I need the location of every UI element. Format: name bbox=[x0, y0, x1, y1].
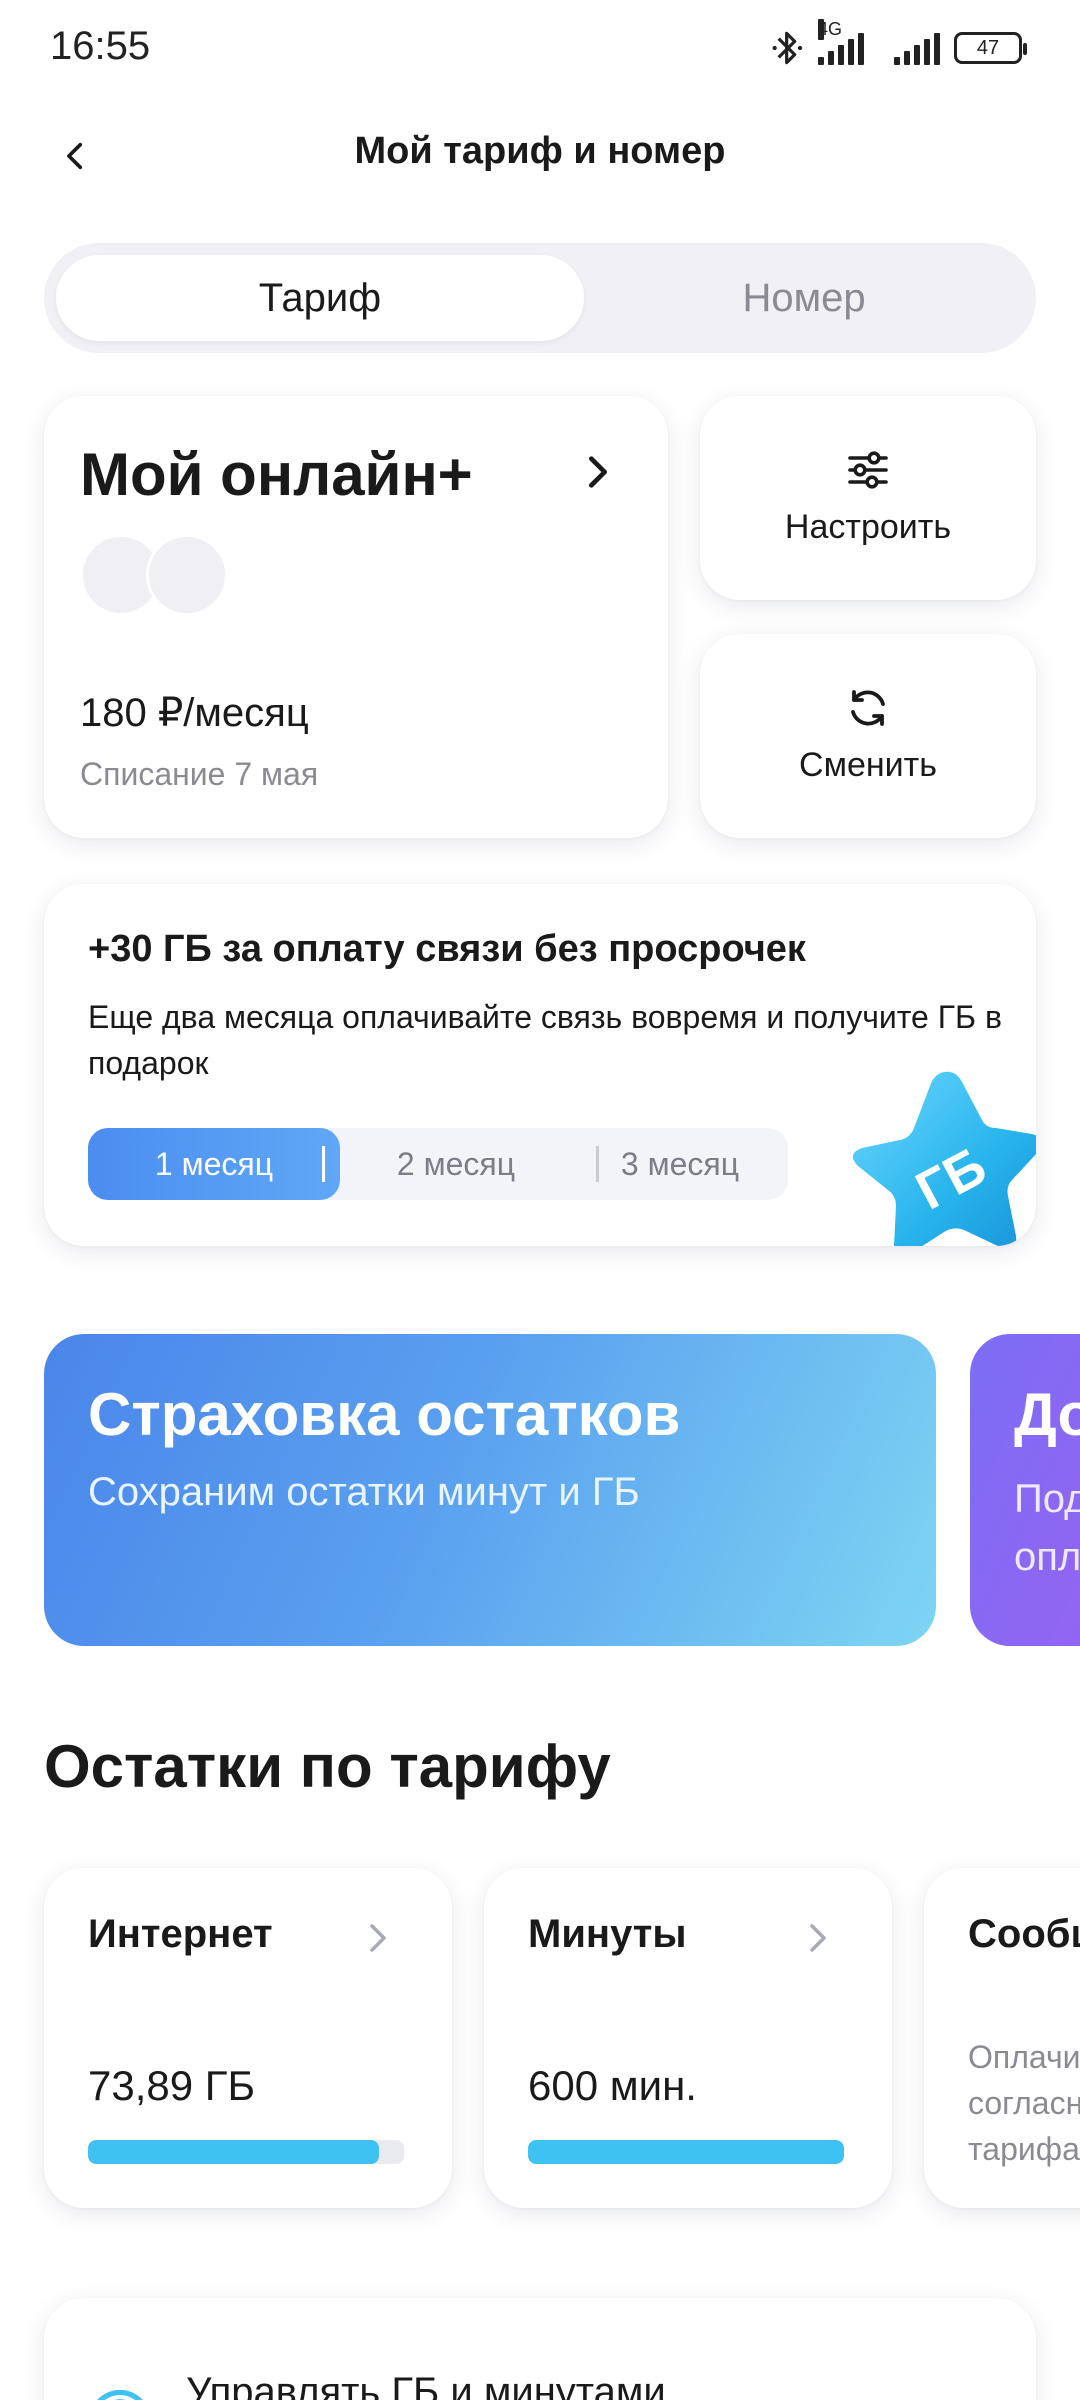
battery-level: 47 bbox=[976, 36, 1000, 59]
status-icons: 4G 47 bbox=[772, 19, 1027, 68]
banner-title: Страховка остатков bbox=[88, 1381, 681, 1448]
manage-label: Управлять ГБ и минутами bbox=[186, 2370, 666, 2400]
insurance-banner[interactable]: Страховка остатков Сохраним остатки мину… bbox=[44, 1334, 936, 1646]
month-divider bbox=[596, 1146, 599, 1182]
messages-card[interactable]: Сообщ Оплачи согласн тарифа bbox=[924, 1868, 1080, 2208]
next-banner[interactable]: До Под опл bbox=[970, 1334, 1080, 1646]
banner-subtitle: Сохраним остатки минут и ГБ bbox=[88, 1470, 640, 1514]
tariff-number-switch: Тариф Номер bbox=[44, 243, 1036, 353]
minutes-title: Минуты bbox=[528, 1912, 687, 1956]
internet-card[interactable]: Интернет 73,89 ГБ bbox=[44, 1868, 452, 2208]
configure-label: Настроить bbox=[784, 508, 952, 546]
tariff-name: Мой онлайн+ bbox=[80, 441, 473, 508]
status-bar: 16:55 4G 47 bbox=[0, 0, 1080, 96]
chevron-right-icon bbox=[810, 1924, 826, 1952]
tariff-card[interactable]: Мой онлайн+ 180 ₽/месяц Списание 7 мая bbox=[44, 396, 668, 838]
bluetooth-icon bbox=[772, 31, 803, 65]
signal-icon: 4G bbox=[818, 19, 880, 65]
minutes-card[interactable]: Минуты 600 мин. bbox=[484, 1868, 892, 2208]
page-title: Мой тариф и номер bbox=[354, 130, 726, 172]
month-1: 1 месяц bbox=[88, 1128, 340, 1200]
remainders-title: Остатки по тарифу bbox=[44, 1733, 611, 1800]
chevron-right-icon bbox=[370, 1924, 386, 1952]
minutes-value: 600 мин. bbox=[528, 2062, 697, 2109]
network-type: 4G bbox=[818, 19, 843, 40]
configure-button[interactable]: Настроить bbox=[700, 396, 1036, 600]
header: Мой тариф и номер bbox=[0, 112, 1080, 200]
manage-gb-minutes-card[interactable]: Управлять ГБ и минутами bbox=[44, 2298, 1036, 2400]
minutes-progress bbox=[528, 2140, 844, 2164]
sliders-icon bbox=[848, 451, 888, 489]
service-avatar bbox=[146, 534, 228, 616]
month-progress: 1 месяц 2 месяц 3 месяц bbox=[88, 1128, 788, 1200]
change-label: Сменить bbox=[799, 746, 937, 784]
internet-value: 73,89 ГБ bbox=[88, 2062, 256, 2109]
status-time: 16:55 bbox=[50, 24, 151, 68]
internet-title: Интернет bbox=[88, 1912, 273, 1956]
signal-icon bbox=[894, 31, 940, 65]
charge-date: Списание 7 мая bbox=[80, 756, 319, 792]
chevron-right-icon bbox=[589, 456, 607, 488]
messages-title: Сообщ bbox=[968, 1912, 1080, 1956]
month-3: 3 месяц bbox=[620, 1145, 740, 1182]
refresh-icon bbox=[851, 690, 885, 726]
wifi-icon bbox=[97, 2389, 143, 2400]
battery-icon: 47 bbox=[954, 32, 1027, 64]
banner-title: До bbox=[1014, 1381, 1080, 1448]
tab-tariff[interactable]: Тариф bbox=[56, 255, 584, 341]
banner-subtitle: Под опл bbox=[1014, 1477, 1080, 1579]
tariff-price: 180 ₽/месяц bbox=[80, 691, 309, 735]
tab-number[interactable]: Номер bbox=[584, 255, 1024, 341]
promo-card[interactable]: +30 ГБ за оплату связи без просрочек Еще… bbox=[44, 884, 1036, 1246]
service-avatars bbox=[80, 534, 240, 618]
internet-progress bbox=[88, 2140, 404, 2164]
screen: 16:55 4G 47 Мой тариф и номер Тариф Номе… bbox=[0, 0, 1080, 2400]
internet-progress-fill bbox=[88, 2140, 379, 2164]
gb-star-icon: ГБ bbox=[852, 1071, 1036, 1246]
change-tariff-button[interactable]: Сменить bbox=[700, 634, 1036, 838]
month-2: 2 месяц bbox=[396, 1145, 516, 1182]
minutes-progress-fill bbox=[528, 2140, 844, 2164]
messages-note: Оплачи согласн тарифа bbox=[968, 2039, 1080, 2167]
month-divider bbox=[322, 1146, 325, 1182]
promo-title: +30 ГБ за оплату связи без просрочек bbox=[88, 928, 806, 970]
